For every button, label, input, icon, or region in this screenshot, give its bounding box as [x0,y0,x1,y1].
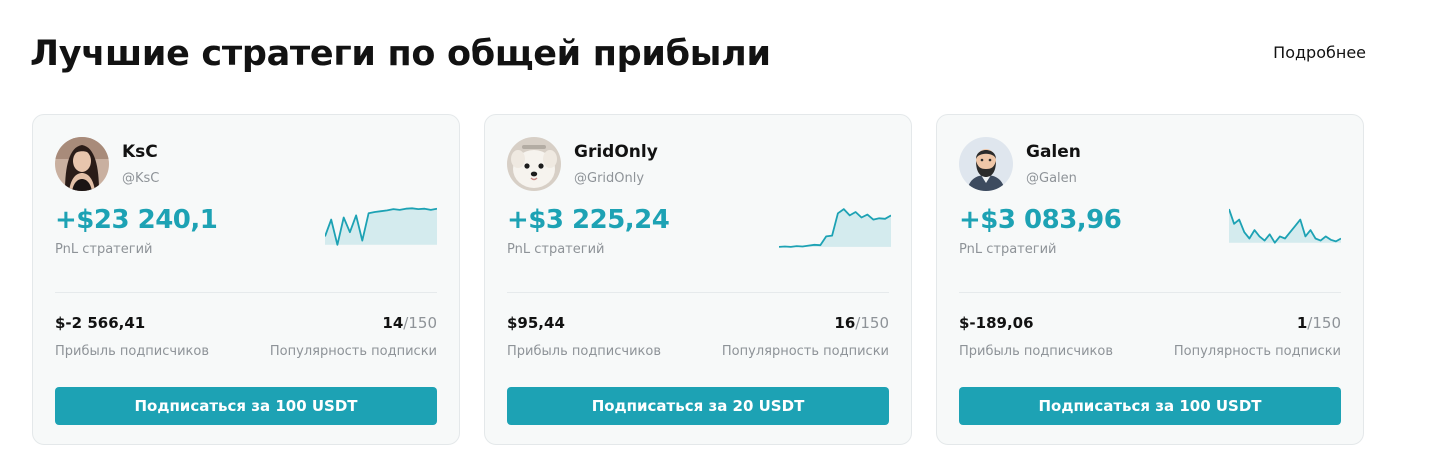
woman-portrait-icon [55,137,109,191]
popularity-label: Популярность подписки [721,344,889,359]
white-dog-icon [507,137,561,191]
popularity-value: 1/150 [1297,312,1341,334]
divider [55,292,437,293]
subscriber-profit-label: Прибыль подписчиков [959,344,1113,359]
user-photo-avatar[interactable] [55,137,109,191]
popularity-max: 150 [860,314,889,332]
divider [507,292,889,293]
bearded-man-icon [959,137,1013,191]
pnl-sparkline [1229,208,1341,244]
pnl-label: PnL стратегий [507,242,605,257]
subscribe-button[interactable]: Подписаться за 20 USDT [507,387,889,425]
pnl-label: PnL стратегий [959,242,1057,257]
bearded-man-avatar[interactable] [959,137,1013,191]
popularity-current: 14 [382,314,404,332]
subscriber-profit-label: Прибыль подписчиков [507,344,661,359]
popularity-label: Популярность подписки [1173,344,1341,359]
pnl-label: PnL стратегий [55,242,153,257]
popularity-value: 14/150 [382,312,437,334]
pnl-value: +$23 240,1 [55,205,218,235]
strategist-cards: KsC @KsC +$23 240,1 PnL стратегий $-2 56… [32,114,1366,445]
subscriber-profit-value: $-2 566,41 [55,314,146,332]
popularity-max: 150 [408,314,437,332]
popularity-label: Популярность подписки [269,344,437,359]
subscribe-button[interactable]: Подписаться за 100 USDT [959,387,1341,425]
strategist-card[interactable]: KsC @KsC +$23 240,1 PnL стратегий $-2 56… [32,114,460,445]
strategist-card[interactable]: GridOnly @GridOnly +$3 225,24 PnL страте… [484,114,912,445]
subscriber-profit-value: $95,44 [507,314,565,332]
more-link[interactable]: Подробнее [1273,42,1366,64]
strategist-handle: @GridOnly [574,171,645,186]
popularity-value: 16/150 [834,312,889,334]
pnl-value: +$3 083,96 [959,205,1122,235]
popularity-current: 1 [1296,314,1308,332]
section-header: Лучшие стратеги по общей прибыли Подробн… [30,28,1366,84]
subscriber-profit-label: Прибыль подписчиков [55,344,209,359]
strategist-card[interactable]: Galen @Galen +$3 083,96 PnL стратегий $-… [936,114,1364,445]
dog-photo-avatar[interactable] [507,137,561,191]
strategist-name[interactable]: GridOnly [574,141,658,163]
pnl-sparkline [325,207,437,246]
strategist-name[interactable]: Galen [1026,141,1081,163]
strategist-handle: @Galen [1026,171,1077,186]
pnl-sparkline [779,208,891,248]
subscriber-profit-value: $-189,06 [959,314,1034,332]
popularity-current: 16 [834,314,856,332]
strategist-handle: @KsC [122,171,160,186]
subscribe-button[interactable]: Подписаться за 100 USDT [55,387,437,425]
divider [959,292,1341,293]
strategist-name[interactable]: KsC [122,141,158,163]
popularity-max: 150 [1312,314,1341,332]
section-title: Лучшие стратеги по общей прибыли [30,34,771,74]
pnl-value: +$3 225,24 [507,205,670,235]
